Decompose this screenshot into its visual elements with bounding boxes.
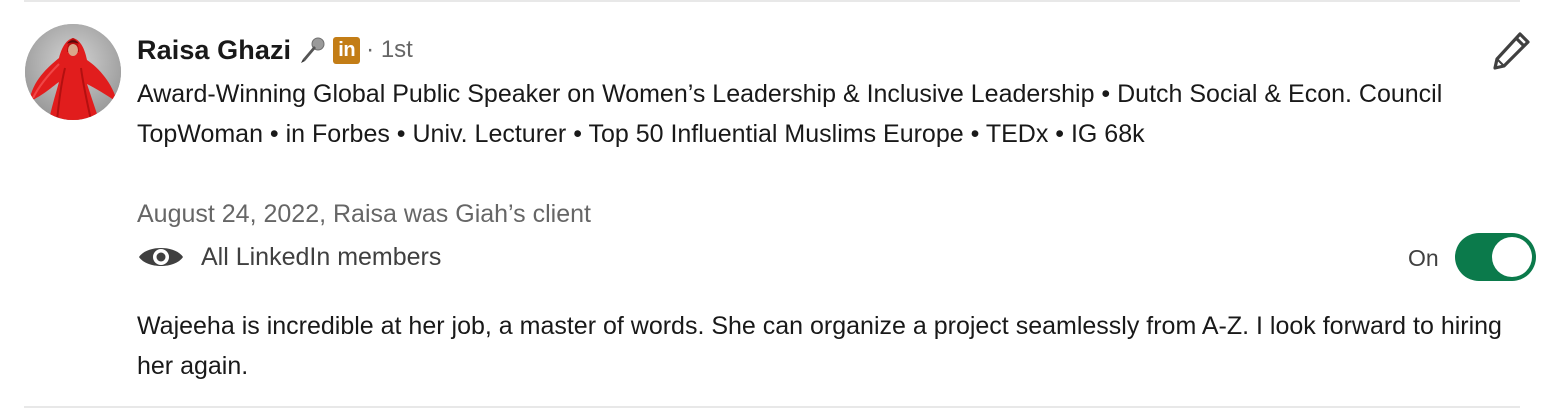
linkedin-badge-icon: in — [333, 36, 361, 64]
author-name[interactable]: Raisa Ghazi — [137, 35, 291, 66]
author-header: Raisa Ghazi in · 1st — [137, 30, 413, 70]
edit-button[interactable] — [1488, 26, 1536, 74]
bottom-divider — [24, 406, 1520, 408]
visibility-label: All LinkedIn members — [201, 242, 442, 271]
recommendation-text: Wajeeha is incredible at her job, a mast… — [137, 312, 1502, 380]
avatar-image — [25, 24, 121, 120]
microphone-icon — [297, 35, 327, 65]
pencil-icon — [1493, 32, 1530, 70]
eye-icon — [137, 243, 185, 271]
author-headline: Award-Winning Global Public Speaker on W… — [137, 80, 1443, 148]
visibility-toggle[interactable] — [1455, 233, 1536, 281]
toggle-knob — [1492, 237, 1532, 277]
connection-degree: · 1st — [366, 36, 413, 63]
visibility-setting: All LinkedIn members — [137, 236, 441, 278]
top-divider — [24, 0, 1520, 2]
toggle-state-label: On — [1408, 245, 1439, 271]
author-avatar[interactable] — [25, 24, 121, 120]
recommendation-meta: August 24, 2022, Raisa was Giah’s client — [137, 200, 591, 228]
